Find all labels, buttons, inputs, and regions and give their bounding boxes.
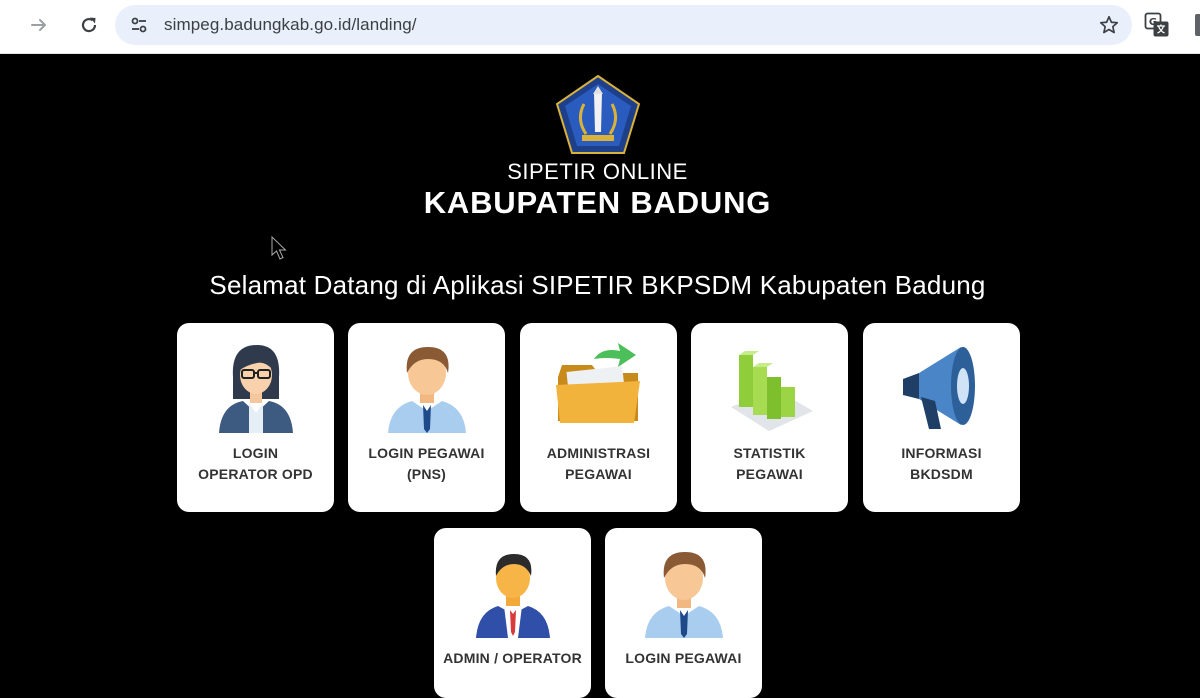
forward-button[interactable] (21, 7, 57, 43)
card-label: ADMINISTRASI PEGAWAI (546, 445, 651, 482)
man-employee-icon (388, 347, 466, 433)
man-employee-icon (645, 552, 723, 638)
card-label: LOGIN PEGAWAI (625, 650, 742, 666)
badung-regency-emblem (555, 74, 641, 154)
card-label: LOGIN PEGAWAI (PNS) (368, 445, 485, 482)
browser-toolbar: simpeg.badungkab.go.id/landing/ G (0, 0, 1200, 54)
login-pegawai-v2-card[interactable]: LOGIN PEGAWAI (605, 528, 762, 698)
extension-edge (1195, 14, 1200, 36)
url-text[interactable]: simpeg.badungkab.go.id/landing/ (164, 15, 417, 35)
app-subtitle: SIPETIR ONLINE (507, 159, 688, 184)
folder-icon (556, 343, 640, 423)
site-info-button[interactable] (127, 13, 151, 37)
address-bar[interactable]: simpeg.badungkab.go.id/landing/ (115, 5, 1132, 45)
statistik-pegawai-card[interactable]: STATISTIK PEGAWAI (691, 323, 848, 512)
login-pegawai-pns-card[interactable]: LOGIN PEGAWAI (PNS) (348, 323, 505, 512)
card-label: ADMIN / OPERATOR (443, 650, 582, 666)
card-label: STATISTIK PEGAWAI (733, 445, 806, 482)
arrow-right-icon (31, 19, 46, 31)
bar-chart-icon (731, 351, 813, 431)
megaphone-icon (903, 347, 975, 429)
man-admin-icon (476, 554, 550, 638)
svg-text:G: G (1149, 17, 1157, 28)
welcome-message: Selamat Datang di Aplikasi SIPETIR BKPSD… (209, 270, 986, 300)
tune-icon (131, 17, 147, 33)
translate-icon[interactable]: G (1144, 12, 1170, 38)
mouse-cursor-icon (271, 235, 287, 260)
administrasi-pegawai-card[interactable]: ADMINISTRASI PEGAWAI (520, 323, 677, 512)
reload-icon (81, 17, 97, 33)
reload-button[interactable] (71, 7, 107, 43)
bookmark-star-icon[interactable] (1098, 14, 1120, 36)
login-operator-opd-card[interactable]: LOGIN OPERATOR OPD (177, 323, 334, 512)
page-title: KABUPATEN BADUNG (423, 185, 772, 220)
card-label: INFORMASI BKDSDM (901, 445, 982, 482)
woman-operator-icon (219, 345, 293, 433)
card-label: LOGIN OPERATOR OPD (198, 445, 313, 482)
informasi-bkdsdm-card[interactable]: INFORMASI BKDSDM (863, 323, 1020, 512)
admin-operator-card[interactable]: ADMIN / OPERATOR (434, 528, 591, 698)
landing-page: SIPETIR ONLINE KABUPATEN BADUNG Selamat … (0, 55, 1200, 698)
